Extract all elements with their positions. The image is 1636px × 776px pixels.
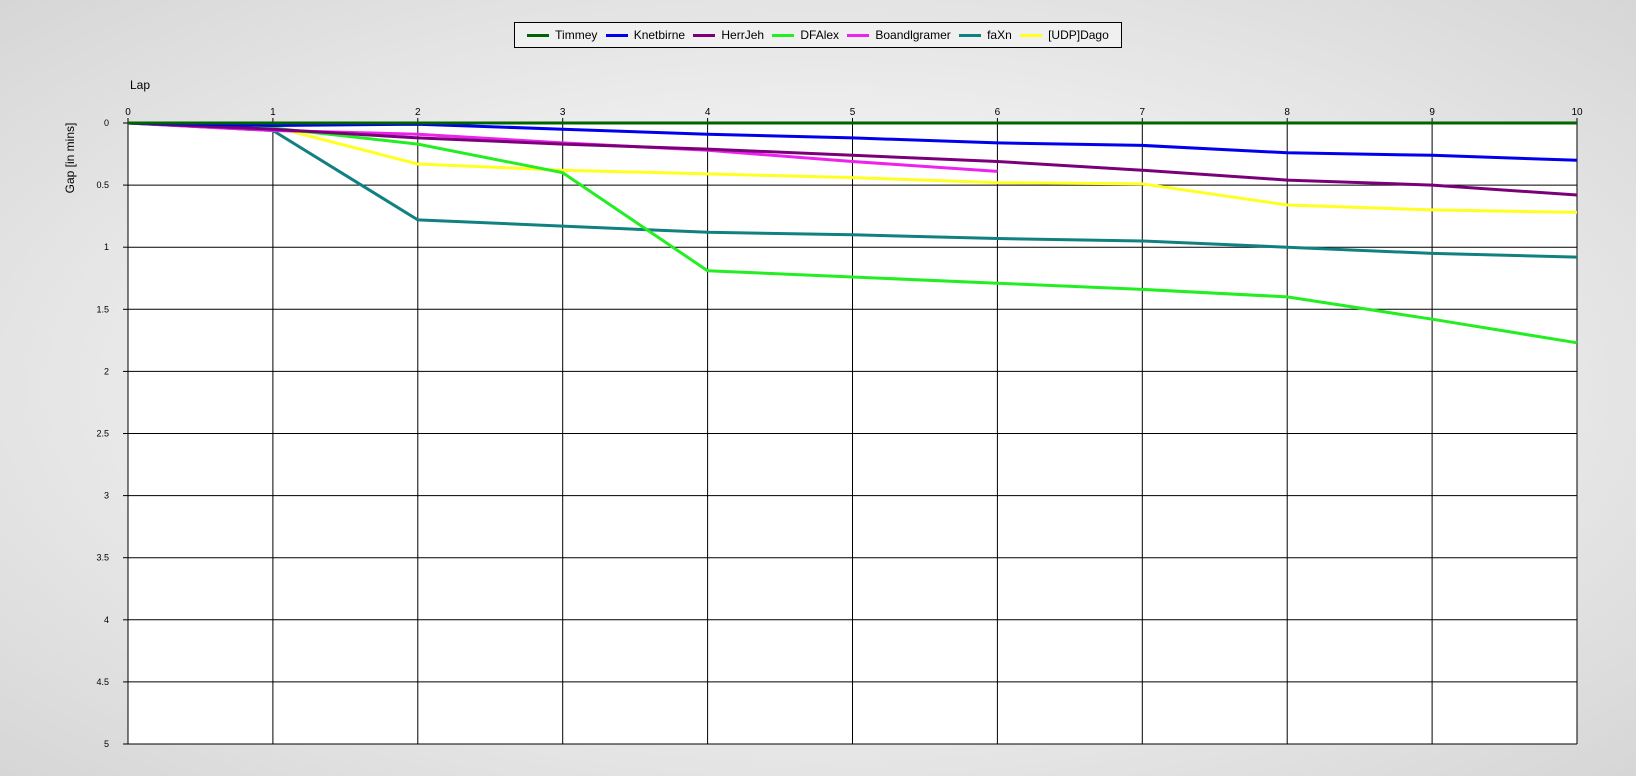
- x-tick-label-1: 1: [270, 107, 276, 118]
- y-tick-label-0: 0: [104, 118, 109, 128]
- x-tick-label-10: 10: [1571, 107, 1583, 118]
- y-tick-label-7: 3.5: [96, 553, 109, 563]
- chart-plot: 0 1 2 3 4 5 6 7 8 9 10 0 0.5 1 1.5 2 2.5 3 3.5 4 4.5 5 Lap Ga…: [63, 78, 1583, 749]
- y-tick-label-3: 1.5: [96, 304, 109, 314]
- x-tick-label-2: 2: [415, 107, 421, 118]
- y-tick-label-5: 2.5: [96, 429, 109, 439]
- x-tick-label-8: 8: [1284, 107, 1290, 118]
- x-axis-label: Lap: [130, 78, 150, 92]
- x-tick-label-9: 9: [1429, 107, 1435, 118]
- chart-window: Timmey Knetbirne HerrJeh DFAlex Boandlgramer…: [0, 0, 1636, 776]
- y-tick-label-6: 3: [104, 491, 109, 501]
- y-tick-label-10: 5: [104, 739, 109, 749]
- y-tick-label-1: 0.5: [96, 180, 109, 190]
- y-tick-label-4: 2: [104, 366, 109, 376]
- y-tick-label-8: 4: [104, 615, 109, 625]
- x-tick-label-0: 0: [125, 107, 131, 118]
- x-tick-label-5: 5: [850, 107, 856, 118]
- x-tick-label-7: 7: [1140, 107, 1146, 118]
- y-axis-label: Gap [in mins]: [63, 123, 77, 194]
- x-tick-label-4: 4: [705, 107, 711, 118]
- y-tick-label-9: 4.5: [96, 677, 109, 687]
- x-tick-label-6: 6: [995, 107, 1001, 118]
- y-tick-label-2: 1: [104, 242, 109, 252]
- x-tick-label-3: 3: [560, 107, 566, 118]
